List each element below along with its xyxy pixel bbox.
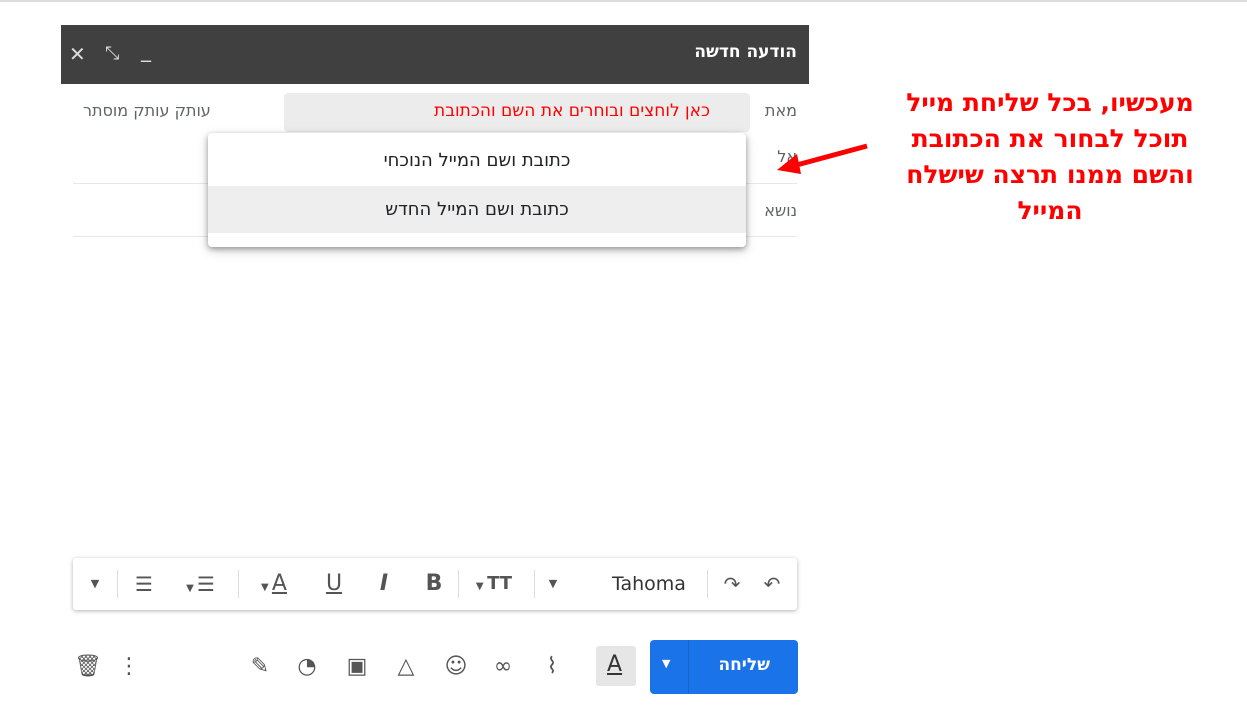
bold-icon[interactable]: B: [417, 558, 451, 610]
italic-icon[interactable]: I: [367, 558, 401, 610]
compose-bottom-bar: שליחה ▼ A ⌇ ∞ ☺ △ ▣ ◔ ✎ ⋮ 🗑: [61, 640, 809, 696]
annotation-line: המייל: [1017, 196, 1083, 225]
annotation-text: מעכשיו, בכל שליחת מייל תוכל לבחור את הכת…: [872, 85, 1228, 229]
annotation-line: מעכשיו, בכל שליחת מייל: [906, 88, 1194, 117]
send-label: שליחה: [718, 655, 770, 675]
delete-icon[interactable]: 🗑: [73, 650, 103, 684]
more-options-icon[interactable]: ⋮: [115, 650, 143, 684]
confidential-icon[interactable]: ◔: [290, 650, 324, 684]
undo-icon[interactable]: ↶: [755, 558, 789, 610]
from-select-hint: כאן לוחצים ובוחרים את השם והכתובת: [434, 101, 710, 121]
from-address-select[interactable]: כאן לוחצים ובוחרים את השם והכתובת: [284, 93, 750, 132]
toolbar-separator: [238, 570, 239, 598]
send-button[interactable]: שליחה ▼: [650, 640, 798, 694]
minimize-icon[interactable]: _: [141, 35, 151, 65]
more-formatting-icon[interactable]: ▼: [83, 558, 107, 610]
toolbar-separator: [707, 570, 708, 598]
font-dropdown-caret-icon[interactable]: ▼: [543, 558, 563, 610]
close-icon[interactable]: ✕: [69, 39, 86, 69]
annotation-line: תוכל לבחור את הכתובת: [911, 124, 1189, 153]
send-options-caret-icon[interactable]: ▼: [662, 657, 670, 670]
cc-bcc-link[interactable]: עותק עותק מוסתר: [83, 101, 211, 120]
formatting-toolbar: ↶ ↷ Tahoma ▼ ▼ TT B I U ▼ A ▼ ☰ ☰ ▼: [73, 558, 797, 610]
subject-label: נושא: [764, 201, 797, 220]
expand-icon[interactable]: ⤡: [105, 39, 119, 69]
annotation-line: והשם ממנו תרצה שישלח: [906, 160, 1194, 189]
signature-icon[interactable]: ✎: [243, 650, 277, 684]
font-size-icon[interactable]: ▼ TT: [469, 558, 519, 610]
underline-icon[interactable]: U: [317, 558, 351, 610]
dropdown-option-current[interactable]: כתובת ושם המייל הנוכחי: [208, 137, 746, 184]
attach-icon[interactable]: ⌇: [538, 650, 566, 684]
dropdown-option-new[interactable]: כתובת ושם המייל החדש: [208, 186, 746, 233]
link-icon[interactable]: ∞: [486, 650, 520, 684]
from-address-dropdown: כתובת ושם המייל הנוכחי כתובת ושם המייל ה…: [208, 133, 746, 247]
drive-icon[interactable]: △: [389, 650, 423, 684]
annotation-arrow-icon: [777, 143, 868, 174]
top-divider: [0, 0, 1247, 2]
align-icon[interactable]: ▼ ☰: [173, 558, 228, 610]
font-name-select[interactable]: Tahoma: [599, 558, 699, 610]
insert-photo-icon[interactable]: ▣: [340, 650, 374, 684]
redo-icon[interactable]: ↷: [715, 558, 749, 610]
toolbar-separator: [534, 570, 535, 598]
compose-title: הודעה חדשה: [694, 42, 797, 62]
from-label: מאת: [764, 101, 797, 120]
compose-window: הודעה חדשה ✕ ⤡ _ מאת · אל נושא עותק עותק…: [61, 25, 809, 715]
toolbar-separator: [458, 570, 459, 598]
formatting-options-icon[interactable]: A: [596, 646, 636, 686]
compose-header: הודעה חדשה ✕ ⤡ _: [61, 25, 809, 84]
text-color-icon[interactable]: ▼ A: [248, 558, 300, 610]
send-divider: [688, 640, 689, 694]
toolbar-separator: [117, 570, 118, 598]
emoji-icon[interactable]: ☺: [439, 650, 473, 684]
numbered-list-icon[interactable]: ☰: [127, 558, 161, 610]
